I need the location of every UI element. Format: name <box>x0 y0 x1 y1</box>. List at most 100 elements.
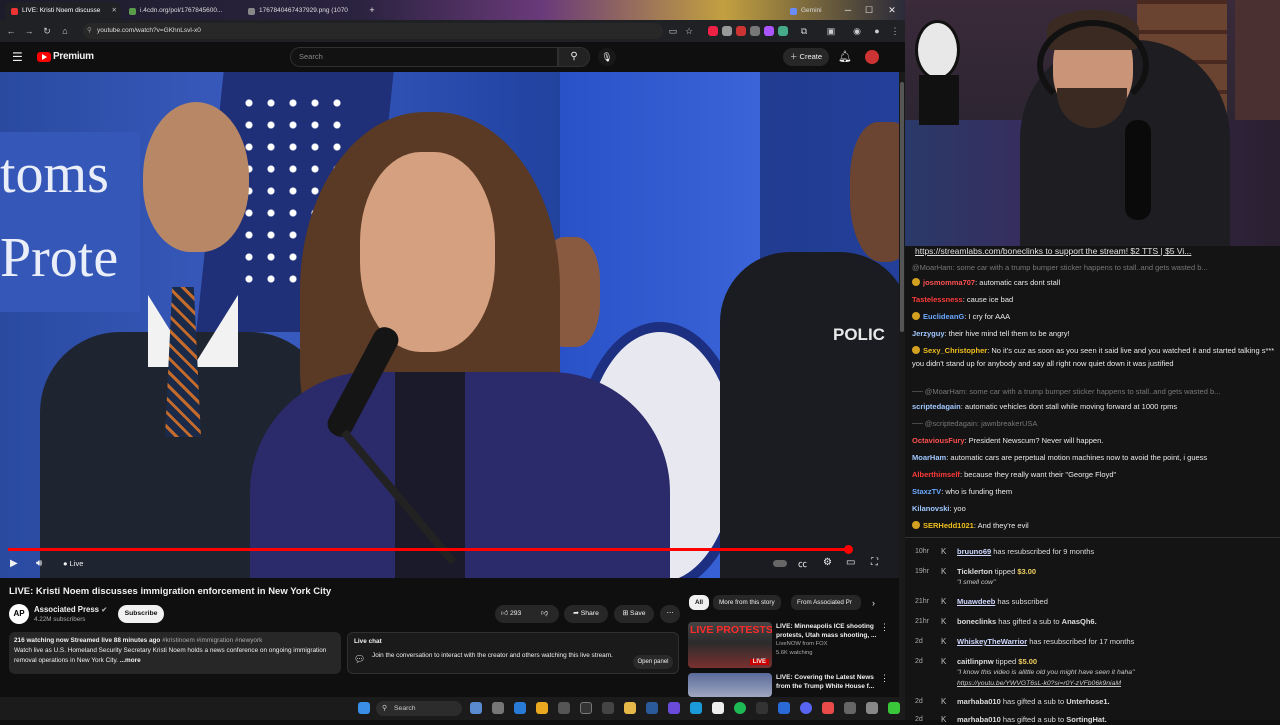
search-button[interactable]: ⚲ <box>558 47 590 67</box>
youtube-logo-text[interactable]: Premium <box>53 51 94 62</box>
video-player[interactable]: toms Prote POLIC <box>0 72 899 578</box>
url-field[interactable]: ⚲ youtube.com/watch?v=GKhnLsvl-x0 <box>83 23 663 39</box>
obs-icon[interactable] <box>580 702 592 714</box>
recommendation-menu-icon[interactable]: ⋮ <box>880 622 889 633</box>
chip-all[interactable]: All <box>689 595 710 610</box>
play-icon[interactable]: ▶ <box>10 558 18 569</box>
taskbar-app-icon[interactable] <box>602 702 614 714</box>
share-button[interactable]: ➦ Share <box>564 605 608 623</box>
profile-icon[interactable]: ◉ <box>850 24 864 38</box>
open-panel-button[interactable]: Open panel <box>633 655 673 669</box>
description-box[interactable]: 216 watching now Streamed live 88 minute… <box>9 632 341 674</box>
chip-more-from-story[interactable]: More from this story <box>713 595 781 610</box>
chat-username[interactable]: MoarHam <box>912 453 946 462</box>
search-input[interactable]: Search <box>290 47 558 67</box>
avatar[interactable]: ● <box>870 24 884 38</box>
chat-username[interactable]: StaxzTV <box>912 487 941 496</box>
bookmark-star-icon[interactable]: ☆ <box>682 24 696 38</box>
tab-youtube[interactable]: LIVE: Kristi Noem discusse ✕ <box>6 2 121 20</box>
taskbar-app-icon[interactable] <box>712 702 724 714</box>
event-username[interactable]: bruuno69 <box>957 547 991 556</box>
event-username[interactable]: caitlinpnw <box>957 657 994 666</box>
extension-icon[interactable] <box>722 26 732 36</box>
recommendation-item[interactable]: LIVE: Minneapolis ICE shooting protests,… <box>776 622 880 658</box>
extension-icon[interactable] <box>764 26 774 36</box>
chat-username[interactable]: Kilanovski <box>912 504 950 513</box>
event-username[interactable]: boneclinks <box>957 617 996 626</box>
taskbar-app-icon[interactable] <box>756 702 768 714</box>
taskbar-app-icon[interactable] <box>668 702 680 714</box>
hamburger-menu-icon[interactable]: ☰ <box>12 50 23 64</box>
chrome-icon[interactable] <box>536 702 548 714</box>
taskbar-app-icon[interactable] <box>778 702 790 714</box>
like-button[interactable]: 👍︎ 293 <box>501 610 521 617</box>
save-button[interactable]: ⊞ Save <box>614 605 654 623</box>
spotify-icon[interactable] <box>734 702 746 714</box>
tab-close-icon[interactable]: ✕ <box>112 2 117 20</box>
chip-next-icon[interactable]: › <box>872 598 875 608</box>
taskbar-app-icon[interactable] <box>844 702 856 714</box>
taskbar-app-icon[interactable] <box>866 702 878 714</box>
reload-icon[interactable]: ↻ <box>40 24 54 38</box>
recommendation-item[interactable]: LIVE: Covering the Latest News from the … <box>776 673 880 691</box>
settings-gear-icon[interactable]: ⚙ <box>823 557 832 568</box>
account-avatar[interactable] <box>865 50 879 64</box>
fullscreen-icon[interactable]: ⛶ <box>871 557 878 568</box>
chip-from-associated-press[interactable]: From Associated Pr <box>791 595 861 610</box>
chat-username[interactable]: EuclideanG <box>923 312 964 321</box>
more-link[interactable]: ...more <box>120 657 141 664</box>
chat-username[interactable]: josmomma707 <box>923 278 975 287</box>
recommendation-thumbnail[interactable] <box>688 673 772 697</box>
taskbar-app-icon[interactable] <box>558 702 570 714</box>
taskbar-search[interactable]: ⚲ Search <box>376 701 462 716</box>
back-icon[interactable]: ← <box>4 24 18 38</box>
channel-name[interactable]: Associated Press ✔ <box>34 605 107 614</box>
tip-link[interactable]: https://youtu.be/YWVGT6sL-k0?si=r0Y-zVFb… <box>957 678 1135 689</box>
steam-icon[interactable] <box>646 702 658 714</box>
tab-png[interactable]: 1767840467437929.png (1070 <box>243 2 361 20</box>
discord-icon[interactable] <box>800 702 812 714</box>
taskbar-app-icon[interactable] <box>822 702 834 714</box>
taskbar-app-icon[interactable] <box>888 702 900 714</box>
minimize-icon[interactable]: ─ <box>841 3 855 17</box>
edge-icon[interactable] <box>514 702 526 714</box>
taskview-icon[interactable] <box>492 702 504 714</box>
chat-username[interactable]: Jerzyguy <box>912 329 945 338</box>
event-username[interactable]: WhiskeyTheWarrior <box>957 637 1027 646</box>
chat-username[interactable]: SERHedd1021 <box>923 521 974 530</box>
browser-menu-icon[interactable]: ⋮ <box>888 24 902 38</box>
recommendation-thumbnail[interactable]: LIVE PROTESTS LIVE <box>688 622 772 668</box>
forward-icon[interactable]: → <box>22 24 36 38</box>
start-icon[interactable] <box>358 702 370 714</box>
chat-username[interactable]: OctaviousFury <box>912 436 965 445</box>
extension-icon[interactable] <box>750 26 760 36</box>
install-icon[interactable]: ▭ <box>666 24 680 38</box>
event-username[interactable]: marhaba010 <box>957 697 1001 706</box>
recommendation-menu-icon[interactable]: ⋮ <box>880 673 889 684</box>
mic-icon[interactable]: 🎙︎ <box>598 48 616 66</box>
maximize-icon[interactable]: ☐ <box>862 3 876 17</box>
extensions-puzzle-icon[interactable]: ⧉ <box>797 24 811 38</box>
create-button[interactable]: ＋ Create <box>783 48 829 66</box>
chat-username[interactable]: Sexy_Christopher <box>923 346 987 355</box>
gift-recipient[interactable]: Unterhose1. <box>1066 697 1109 706</box>
tab-4cdn[interactable]: i.4cdn.org/pol/1767845600... <box>124 2 240 20</box>
miniplayer-icon[interactable]: ▭ <box>846 557 855 568</box>
live-badge[interactable]: ● Live <box>63 559 83 568</box>
gift-recipient[interactable]: AnasQh6. <box>1062 617 1097 626</box>
channel-avatar[interactable]: AP <box>9 604 29 624</box>
tab-gemini[interactable]: Gemini <box>785 2 830 20</box>
notifications-bell-icon[interactable]: 🔔︎ <box>838 50 852 63</box>
captions-icon[interactable]: ㏄ <box>798 557 807 570</box>
hashtags[interactable]: #kristinoem #immigration #newyork <box>162 637 262 644</box>
event-username[interactable]: Ticklerton <box>957 567 993 576</box>
more-actions-icon[interactable]: ⋯ <box>660 605 680 623</box>
youtube-logo-icon[interactable] <box>37 52 51 62</box>
chat-username[interactable]: scriptedagain <box>912 402 961 411</box>
home-icon[interactable]: ⌂ <box>58 24 72 38</box>
event-username[interactable]: Muawdeeb <box>957 597 995 606</box>
autoplay-toggle[interactable] <box>773 560 787 567</box>
site-info-icon[interactable]: ⚲ <box>87 23 92 39</box>
taskbar-app-icon[interactable] <box>690 702 702 714</box>
extension-icon[interactable] <box>708 26 718 36</box>
